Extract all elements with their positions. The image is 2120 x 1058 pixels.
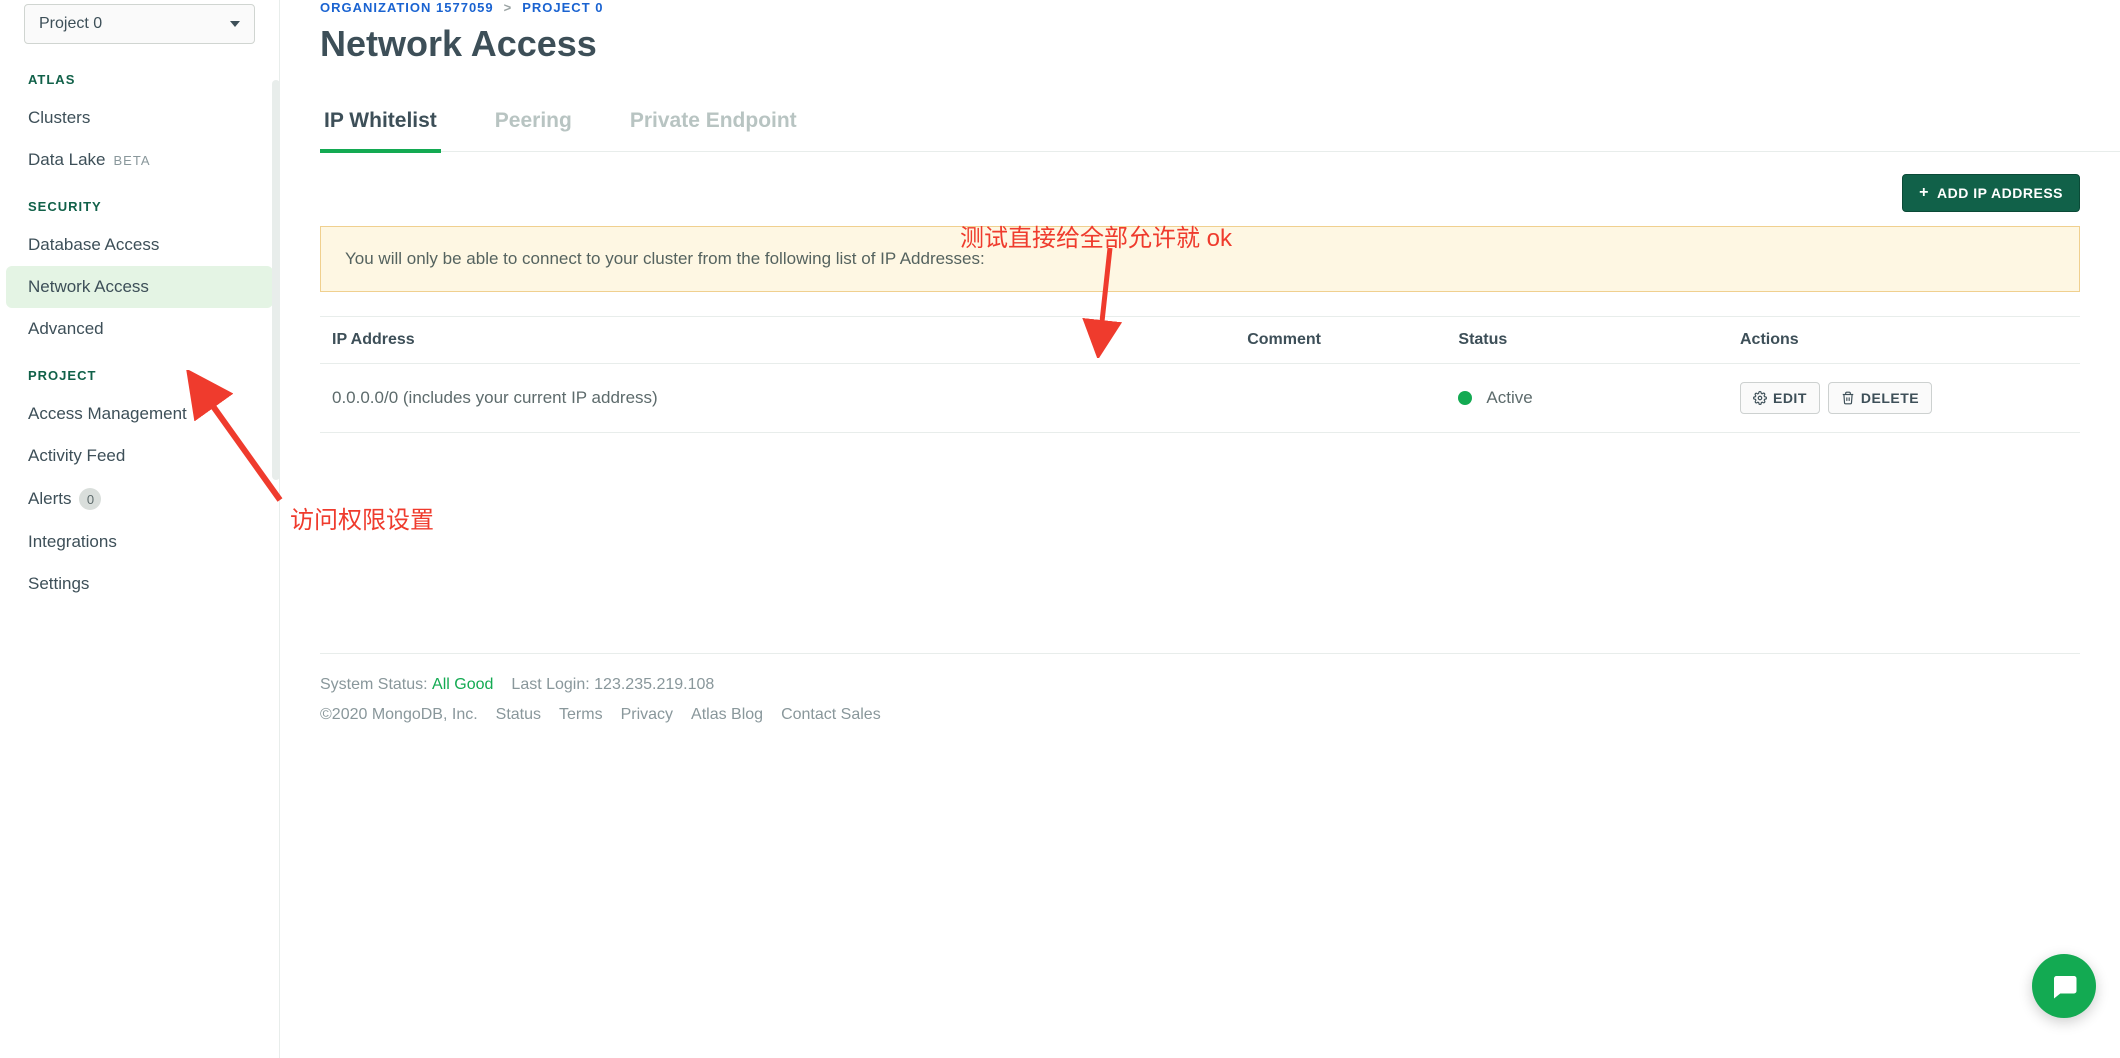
project-selector-label: Project 0 bbox=[39, 15, 102, 33]
cell-ip: 0.0.0.0/0 (includes your current IP addr… bbox=[320, 364, 1235, 433]
sidebar-item-integrations[interactable]: Integrations bbox=[0, 521, 279, 563]
sidebar-item-label: Activity Feed bbox=[28, 446, 125, 466]
table-header-ip: IP Address bbox=[320, 317, 1235, 364]
chevron-down-icon bbox=[230, 21, 240, 27]
delete-button-label: DELETE bbox=[1861, 390, 1919, 406]
sidebar-item-database-access[interactable]: Database Access bbox=[0, 224, 279, 266]
system-status-value: All Good bbox=[432, 676, 493, 693]
section-heading-atlas: ATLAS bbox=[0, 72, 279, 87]
sidebar-item-label: Settings bbox=[28, 574, 89, 594]
ip-whitelist-table: IP Address Comment Status Actions 0.0.0.… bbox=[320, 316, 2080, 433]
sidebar-item-network-access[interactable]: Network Access bbox=[6, 266, 273, 308]
sidebar-item-settings[interactable]: Settings bbox=[0, 563, 279, 605]
edit-button-label: EDIT bbox=[1773, 390, 1807, 406]
trash-icon bbox=[1841, 391, 1855, 405]
last-login-value: 123.235.219.108 bbox=[594, 676, 714, 693]
footer-link-contact-sales[interactable]: Contact Sales bbox=[781, 706, 881, 724]
table-header-comment: Comment bbox=[1235, 317, 1446, 364]
tab-private-endpoint[interactable]: Private Endpoint bbox=[626, 95, 801, 153]
scrollbar[interactable] bbox=[272, 80, 280, 480]
edit-button[interactable]: EDIT bbox=[1740, 382, 1820, 414]
breadcrumb-project[interactable]: PROJECT 0 bbox=[522, 0, 603, 15]
tabs: IP Whitelist Peering Private Endpoint bbox=[320, 95, 2120, 152]
page-title: Network Access bbox=[320, 23, 2120, 65]
add-ip-address-button[interactable]: + ADD IP ADDRESS bbox=[1902, 174, 2080, 212]
status-dot-icon bbox=[1458, 391, 1472, 405]
breadcrumb-org[interactable]: ORGANIZATION 1577059 bbox=[320, 0, 494, 15]
sidebar-item-alerts[interactable]: Alerts 0 bbox=[0, 477, 279, 521]
last-login-label: Last Login: bbox=[511, 676, 589, 693]
sidebar-item-data-lake[interactable]: Data Lake BETA bbox=[0, 139, 279, 181]
plus-icon: + bbox=[1919, 185, 1929, 201]
breadcrumb: ORGANIZATION 1577059 > PROJECT 0 bbox=[320, 0, 2120, 15]
footer: System Status: All Good Last Login: 123.… bbox=[320, 653, 2080, 776]
info-banner: You will only be able to connect to your… bbox=[320, 226, 2080, 292]
sidebar-item-label: Alerts bbox=[28, 489, 71, 509]
table-header-status: Status bbox=[1446, 317, 1728, 364]
sidebar-item-activity-feed[interactable]: Activity Feed bbox=[0, 435, 279, 477]
sidebar-item-label: Data Lake bbox=[28, 150, 106, 170]
sidebar: Project 0 ATLAS Clusters Data Lake BETA … bbox=[0, 0, 280, 1058]
cell-comment bbox=[1235, 364, 1446, 433]
alerts-count-badge: 0 bbox=[79, 488, 101, 510]
tab-ip-whitelist[interactable]: IP Whitelist bbox=[320, 95, 441, 153]
cell-actions: EDIT DELETE bbox=[1728, 364, 2080, 433]
footer-link-terms[interactable]: Terms bbox=[559, 706, 603, 724]
table-row: 0.0.0.0/0 (includes your current IP addr… bbox=[320, 364, 2080, 433]
gear-icon bbox=[1753, 391, 1767, 405]
footer-link-status[interactable]: Status bbox=[496, 706, 541, 724]
sidebar-item-label: Access Management bbox=[28, 404, 187, 424]
footer-link-atlas-blog[interactable]: Atlas Blog bbox=[691, 706, 763, 724]
sidebar-item-clusters[interactable]: Clusters bbox=[0, 97, 279, 139]
sidebar-item-label: Integrations bbox=[28, 532, 117, 552]
sidebar-item-label: Database Access bbox=[28, 235, 159, 255]
cell-status: Active bbox=[1446, 364, 1728, 433]
breadcrumb-separator: > bbox=[504, 0, 513, 15]
sidebar-item-label: Clusters bbox=[28, 108, 90, 128]
sidebar-item-label: Network Access bbox=[28, 277, 149, 297]
sidebar-item-access-management[interactable]: Access Management bbox=[0, 393, 279, 435]
beta-badge: BETA bbox=[114, 153, 151, 168]
tab-peering[interactable]: Peering bbox=[491, 95, 576, 153]
add-button-label: ADD IP ADDRESS bbox=[1937, 185, 2063, 201]
system-status-label: System Status: bbox=[320, 676, 428, 693]
delete-button[interactable]: DELETE bbox=[1828, 382, 1932, 414]
chat-icon bbox=[2049, 971, 2079, 1001]
table-header-actions: Actions bbox=[1728, 317, 2080, 364]
copyright: ©2020 MongoDB, Inc. bbox=[320, 706, 478, 724]
section-heading-security: SECURITY bbox=[0, 199, 279, 214]
sidebar-item-label: Advanced bbox=[28, 319, 104, 339]
project-selector[interactable]: Project 0 bbox=[24, 4, 255, 44]
sidebar-item-advanced[interactable]: Advanced bbox=[0, 308, 279, 350]
status-text: Active bbox=[1486, 388, 1532, 408]
section-heading-project: PROJECT bbox=[0, 368, 279, 383]
chat-fab-button[interactable] bbox=[2032, 954, 2096, 1018]
footer-link-privacy[interactable]: Privacy bbox=[621, 706, 673, 724]
toolbar: + ADD IP ADDRESS bbox=[320, 174, 2080, 212]
main-content: ORGANIZATION 1577059 > PROJECT 0 Network… bbox=[280, 0, 2120, 1058]
